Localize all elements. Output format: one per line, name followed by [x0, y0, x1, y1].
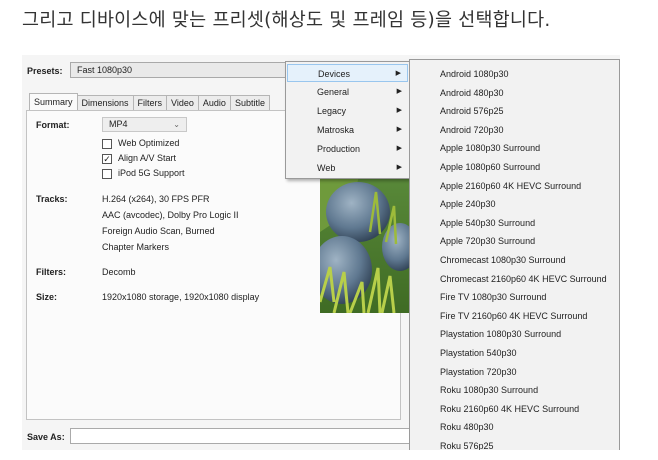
chevron-right-icon: ▶: [395, 70, 401, 77]
menu-item-devices[interactable]: Devices ▶: [287, 64, 408, 82]
device-preset-item[interactable]: Playstation 720p30: [410, 363, 620, 382]
device-preset-item[interactable]: Playstation 1080p30 Surround: [410, 325, 620, 344]
web-optimized-checkbox[interactable]: [102, 139, 112, 149]
ipod-checkbox[interactable]: [102, 169, 112, 179]
tab-summary[interactable]: Summary: [29, 93, 78, 111]
format-select[interactable]: MP4 ⌄: [102, 117, 187, 132]
track-item: AAC (avcodec), Dolby Pro Logic II: [102, 210, 239, 220]
device-preset-item[interactable]: Roku 2160p60 4K HEVC Surround: [410, 400, 620, 419]
device-preset-item[interactable]: Apple 240p30: [410, 195, 620, 214]
tracks-label: Tracks:: [36, 194, 68, 204]
track-item: Foreign Audio Scan, Burned: [102, 226, 215, 236]
format-label: Format:: [36, 120, 70, 130]
presets-label: Presets:: [27, 66, 63, 76]
menu-item-label: Devices: [318, 69, 351, 79]
chevron-right-icon: ▶: [396, 88, 402, 95]
tab-filters[interactable]: Filters: [132, 95, 168, 111]
chevron-right-icon: ▶: [396, 107, 402, 114]
device-preset-item[interactable]: Chromecast 1080p30 Surround: [410, 251, 620, 270]
device-preset-item[interactable]: Apple 1080p30 Surround: [410, 139, 620, 158]
menu-item-web[interactable]: Web ▶: [287, 159, 408, 177]
preset-category-menu: Devices ▶ General ▶ Legacy ▶ Matroska ▶ Prod…: [285, 61, 410, 179]
menu-item-label: Production: [317, 144, 361, 154]
presets-value: Fast 1080p30: [77, 65, 133, 75]
menu-item-label: Legacy: [317, 106, 347, 116]
chevron-right-icon: ▶: [396, 164, 402, 171]
device-preset-submenu: Android 1080p30 Android 480p30 Android 576…: [409, 59, 620, 450]
web-optimized-label: Web Optimized: [118, 138, 180, 148]
menu-item-matroska[interactable]: Matroska ▶: [287, 121, 408, 139]
tab-audio[interactable]: Audio: [197, 95, 231, 111]
size-value: 1920x1080 storage, 1920x1080 display: [102, 292, 260, 302]
format-value: MP4: [109, 119, 128, 129]
tab-subtitle[interactable]: Subtitle: [229, 95, 270, 111]
chevron-right-icon: ▶: [396, 126, 402, 133]
device-preset-item[interactable]: Fire TV 1080p30 Surround: [410, 288, 620, 307]
chevron-right-icon: ▶: [396, 145, 402, 152]
device-preset-item[interactable]: Android 720p30: [410, 121, 620, 140]
device-preset-item[interactable]: Apple 2160p60 4K HEVC Surround: [410, 177, 620, 196]
size-label: Size:: [36, 292, 58, 302]
filters-label: Filters:: [36, 267, 67, 277]
device-preset-item[interactable]: Chromecast 2160p60 4K HEVC Surround: [410, 270, 620, 289]
save-as-label: Save As:: [27, 432, 65, 442]
menu-item-legacy[interactable]: Legacy ▶: [287, 102, 408, 120]
device-preset-item[interactable]: Android 1080p30: [410, 65, 620, 84]
tab-video[interactable]: Video: [166, 95, 199, 111]
track-item: H.264 (x264), 30 FPS PFR: [102, 194, 210, 204]
menu-item-label: General: [317, 87, 350, 97]
align-av-label: Align A/V Start: [118, 153, 177, 163]
filters-value: Decomb: [102, 267, 136, 277]
device-preset-item[interactable]: Roku 480p30: [410, 418, 620, 437]
menu-item-production[interactable]: Production ▶: [287, 140, 408, 158]
device-preset-item[interactable]: Apple 1080p60 Surround: [410, 158, 620, 177]
device-preset-item[interactable]: Roku 1080p30 Surround: [410, 381, 620, 400]
handbrake-window: Presets: Fast 1080p30 ▸ SummaryDimension…: [22, 55, 620, 450]
device-preset-item[interactable]: Playstation 540p30: [410, 344, 620, 363]
device-preset-item[interactable]: Android 480p30: [410, 84, 620, 103]
align-av-checkbox[interactable]: ✓: [102, 154, 112, 164]
tab-dimensions[interactable]: Dimensions: [76, 95, 134, 111]
tutorial-caption: 그리고 디바이스에 맞는 프리셋(해상도 및 프레임 등)을 선택합니다.: [22, 10, 551, 31]
device-preset-item[interactable]: Roku 576p25: [410, 437, 620, 450]
checkmark-icon: ✓: [103, 154, 111, 164]
chevron-down-icon: ⌄: [173, 120, 180, 129]
device-preset-item[interactable]: Apple 720p30 Surround: [410, 232, 620, 251]
ipod-label: iPod 5G Support: [118, 168, 185, 178]
preview-image: [320, 172, 412, 313]
menu-item-label: Web: [317, 163, 336, 173]
device-preset-item[interactable]: Apple 540p30 Surround: [410, 214, 620, 233]
tab-bar: Summary Dimensions Filters Video Audio Subtit…: [29, 93, 270, 111]
save-as-input[interactable]: [70, 428, 410, 444]
track-item: Chapter Markers: [102, 242, 170, 252]
menu-item-label: Matroska: [317, 125, 355, 135]
device-preset-item[interactable]: Fire TV 2160p60 4K HEVC Surround: [410, 307, 620, 326]
device-preset-item[interactable]: Android 576p25: [410, 102, 620, 121]
menu-item-general[interactable]: General ▶: [287, 83, 408, 101]
presets-dropdown[interactable]: Fast 1080p30 ▸: [70, 62, 309, 78]
